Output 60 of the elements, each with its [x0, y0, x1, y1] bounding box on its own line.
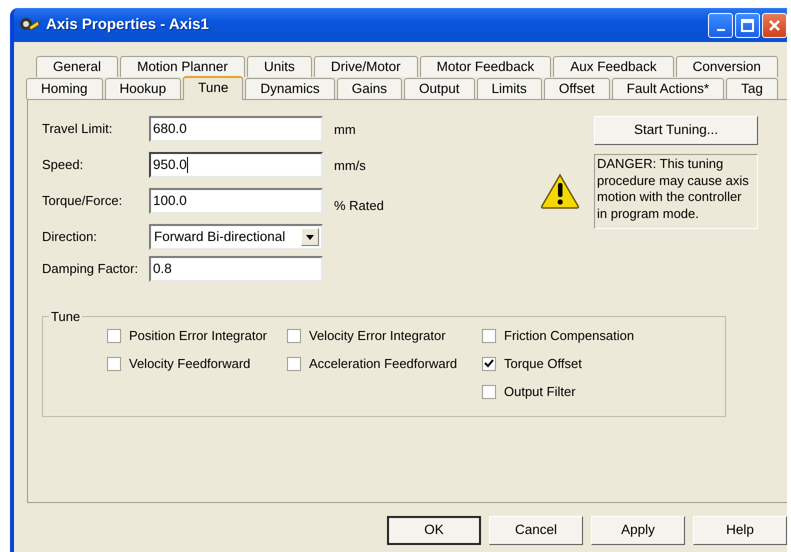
- tab[interactable]: Motion Planner: [120, 56, 245, 77]
- checkbox-label: Output Filter: [504, 382, 576, 401]
- unit-label: % Rated: [334, 197, 384, 215]
- direction-dropdown[interactable]: Forward Bi-directional: [149, 224, 323, 250]
- tab[interactable]: Output: [404, 78, 475, 99]
- checkbox-label: Acceleration Feedforward: [309, 354, 458, 373]
- checkbox[interactable]: [482, 356, 496, 370]
- tab[interactable]: Motor Feedback: [420, 56, 552, 77]
- checkbox-label: Velocity Error Integrator: [309, 326, 446, 345]
- close-icon: [768, 18, 781, 32]
- tab[interactable]: Drive/Motor: [314, 56, 418, 77]
- danger-message: DANGER: This tuning procedure may cause axis motion with the controller in program mode.: [594, 154, 758, 229]
- warning-icon: [540, 173, 580, 210]
- tab[interactable]: Limits: [476, 78, 542, 99]
- checkbox-label: Torque Offset: [504, 354, 582, 373]
- tab[interactable]: Aux Feedback: [553, 56, 674, 77]
- input-field[interactable]: 100.0: [149, 188, 323, 214]
- dialog-button[interactable]: Apply: [591, 516, 685, 545]
- field-label: Damping Factor:: [42, 260, 140, 278]
- checkbox[interactable]: [482, 328, 496, 342]
- caret-icon: [306, 234, 314, 240]
- minimize-button[interactable]: [708, 12, 733, 38]
- checkbox[interactable]: [107, 328, 121, 342]
- field-label: Speed:: [42, 156, 84, 174]
- field-label: Direction:: [42, 228, 98, 246]
- text-cursor: [186, 157, 188, 173]
- checkbox-label: Friction Compensation: [504, 326, 634, 345]
- tab[interactable]: Conversion: [676, 56, 778, 77]
- dialog-button[interactable]: Help: [693, 516, 787, 545]
- input-field[interactable]: 950.0: [149, 152, 323, 178]
- dialog-button[interactable]: Cancel: [489, 516, 583, 545]
- input-field[interactable]: 680.0: [149, 116, 323, 142]
- tab[interactable]: Offset: [544, 78, 610, 99]
- tab[interactable]: Gains: [336, 78, 402, 99]
- tab[interactable]: Units: [246, 56, 312, 77]
- tab[interactable]: Tag: [726, 78, 778, 99]
- tab[interactable]: Fault Actions*: [612, 78, 724, 99]
- tab[interactable]: Tune: [183, 76, 244, 100]
- tab[interactable]: Homing: [26, 78, 103, 99]
- maximize-button[interactable]: [735, 12, 760, 38]
- checkbox-label: Position Error Integrator: [129, 326, 268, 345]
- checkbox[interactable]: [482, 384, 496, 398]
- checkbox[interactable]: [287, 356, 301, 370]
- field-label: Travel Limit:: [42, 120, 114, 138]
- unit-label: mm: [334, 121, 356, 139]
- tab[interactable]: General: [36, 56, 118, 77]
- maximize-icon: [741, 18, 754, 32]
- input-field[interactable]: 0.8: [149, 256, 323, 282]
- window-title: Axis Properties - Axis1: [46, 14, 209, 35]
- checkbox-label: Velocity Feedforward: [129, 354, 250, 373]
- close-button[interactable]: [762, 12, 787, 38]
- dialog-button[interactable]: OK: [387, 516, 481, 545]
- tab[interactable]: Hookup: [104, 78, 182, 99]
- tab[interactable]: Dynamics: [245, 78, 335, 99]
- unit-label: mm/s: [334, 157, 366, 175]
- checkbox[interactable]: [287, 328, 301, 342]
- start-tuning-button[interactable]: Start Tuning...: [594, 116, 758, 145]
- checkbox[interactable]: [107, 356, 121, 370]
- field-label: Torque/Force:: [42, 192, 124, 210]
- minimize-icon: [716, 29, 724, 31]
